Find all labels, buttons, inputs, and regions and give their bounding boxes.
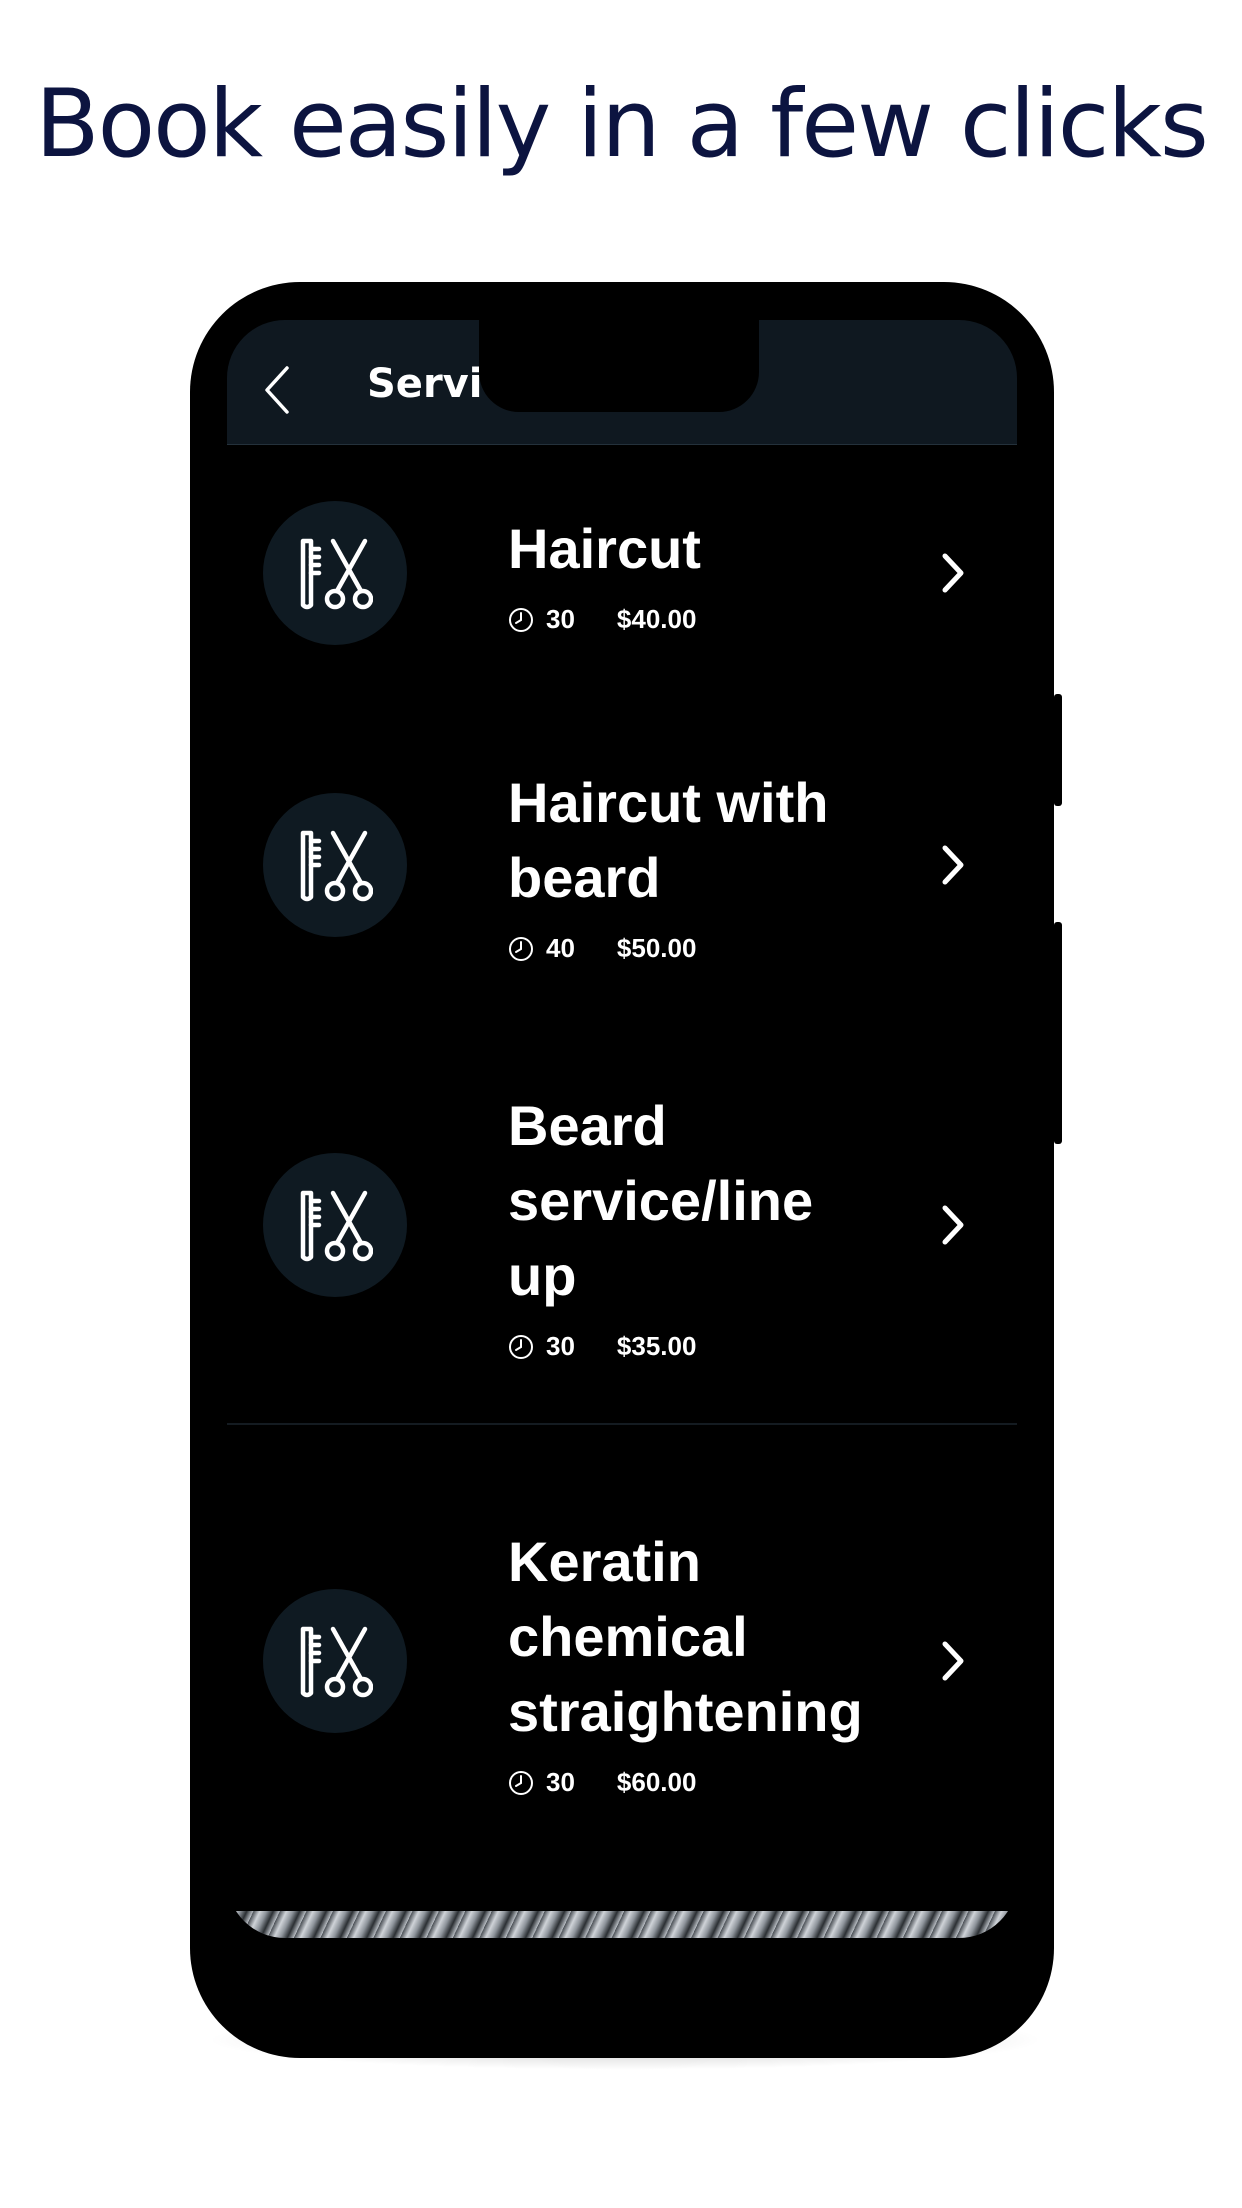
comb-scissors-icon	[300, 1626, 373, 1698]
comb-scissors-icon	[300, 830, 373, 901]
service-icon	[263, 1589, 407, 1733]
chevron-right-icon	[942, 1205, 964, 1245]
service-price: $40.00	[616, 604, 697, 634]
clock-icon	[509, 607, 533, 632]
phone-side-button	[1054, 922, 1062, 1144]
service-name: Haircut with beard	[508, 771, 829, 909]
clock-icon	[509, 1770, 533, 1795]
services-list: Haircut 30 $40.00 Haircut with beard 40 …	[227, 444, 1017, 1897]
service-duration: 30	[546, 1331, 575, 1361]
bottom-image-strip	[227, 1911, 1017, 1938]
service-price: $35.00	[616, 1331, 697, 1361]
chevron-right-icon	[942, 845, 964, 884]
service-icon	[263, 501, 407, 645]
clock-icon	[509, 1334, 533, 1359]
comb-scissors-icon	[300, 1190, 373, 1262]
page-headline: Book easily in a few clicks	[35, 70, 1209, 179]
service-price: $60.00	[616, 1767, 697, 1797]
service-name: Haircut	[508, 517, 701, 580]
service-row-keratin[interactable]: Keratin chemical straightening 30 $60.00	[227, 1425, 1017, 1897]
service-row-haircut-with-beard[interactable]: Haircut with beard 40 $50.00	[227, 702, 1017, 1027]
service-name: Keratin chemical straightening	[508, 1530, 863, 1743]
service-price: $50.00	[616, 933, 697, 963]
service-icon	[263, 1153, 407, 1297]
chevron-right-icon	[942, 1641, 964, 1681]
phone-side-button	[1054, 694, 1062, 806]
back-button[interactable]	[257, 360, 301, 420]
chevron-left-icon	[265, 366, 289, 414]
clock-icon	[509, 936, 533, 961]
service-name: Beard service/line up	[508, 1094, 814, 1307]
app-screen: Servic Haircut 30 $40.00 Haircut with be…	[227, 320, 1017, 1938]
service-icon	[263, 792, 407, 937]
service-row-beard-service[interactable]: Beard service/line up 30 $35.00	[227, 1027, 1017, 1425]
service-duration: 40	[546, 933, 575, 963]
phone-notch	[479, 320, 759, 412]
service-row-haircut[interactable]: Haircut 30 $40.00	[227, 444, 1017, 702]
service-duration: 30	[546, 604, 575, 634]
chevron-right-icon	[942, 553, 964, 593]
service-duration: 30	[546, 1767, 575, 1797]
comb-scissors-icon	[300, 538, 373, 610]
